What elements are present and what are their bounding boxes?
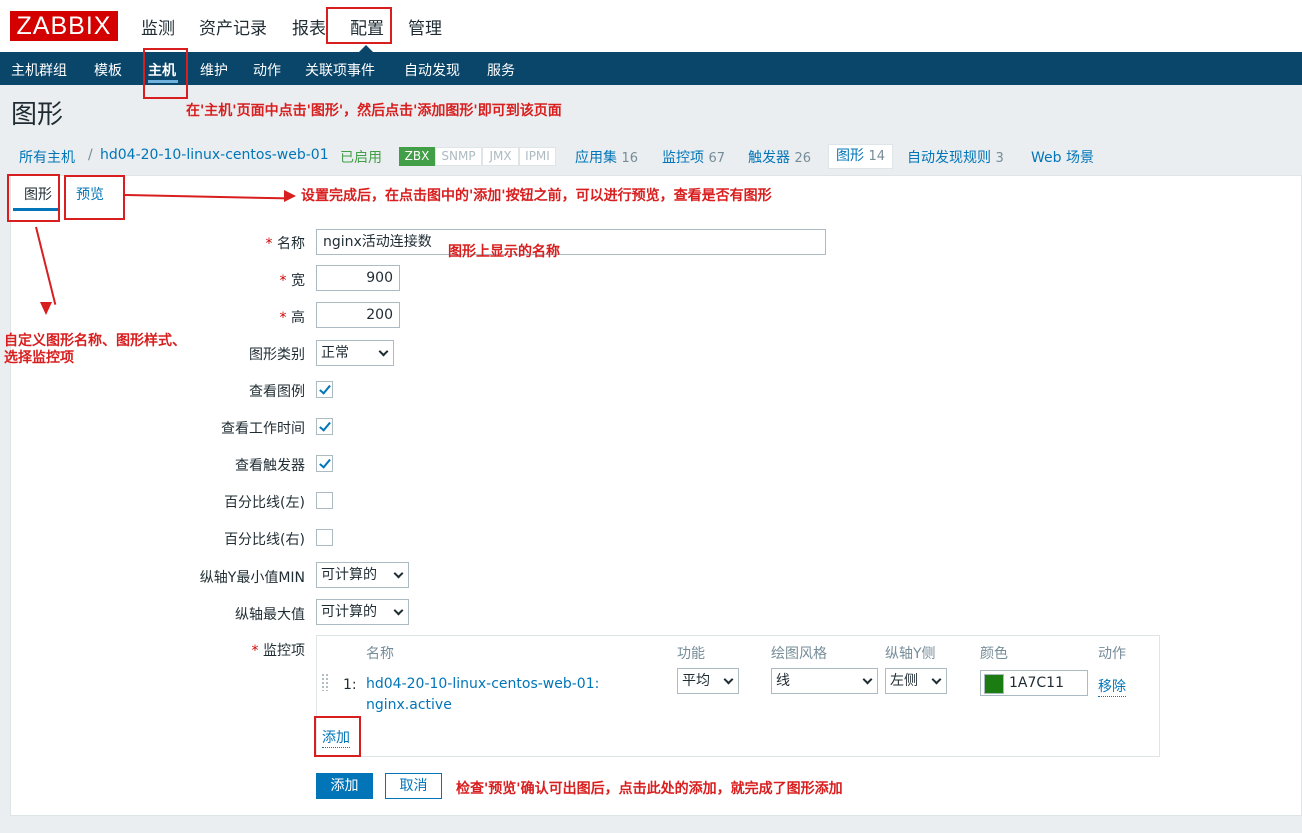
show-worktime-label: 查看工作时间 bbox=[221, 421, 305, 437]
annotation-custom-note-2: 选择监控项 bbox=[4, 350, 74, 366]
breadcrumb-separator: / bbox=[88, 147, 93, 163]
percentile-right-checkbox[interactable] bbox=[316, 529, 333, 546]
top-bar bbox=[0, 0, 1302, 52]
annotation-arrow-head-down-icon bbox=[40, 302, 52, 315]
show-legend-checkbox[interactable] bbox=[316, 381, 333, 398]
annotation-preview-note: 设置完成后，在点击图中的'添加'按钮之前，可以进行预览，查看是否有图形 bbox=[301, 188, 772, 204]
active-menu-pointer bbox=[359, 45, 373, 52]
add-button[interactable]: 添加 bbox=[316, 773, 373, 799]
item-row-name-key[interactable]: nginx.active bbox=[366, 697, 452, 713]
submenu-maintenance[interactable]: 维护 bbox=[200, 60, 228, 80]
menu-monitoring[interactable]: 监测 bbox=[141, 14, 175, 39]
link-discovery-rules[interactable]: 自动发现规则 3 bbox=[907, 147, 1004, 167]
submenu-correlation[interactable]: 关联项事件 bbox=[305, 60, 375, 80]
percentile-right-label: 百分比线(右) bbox=[224, 532, 305, 548]
chevron-down-icon bbox=[931, 674, 942, 685]
show-triggers-label: 查看触发器 bbox=[235, 458, 305, 474]
submenu-templates[interactable]: 模板 bbox=[94, 60, 122, 80]
sub-menu-bar bbox=[0, 52, 1302, 85]
percentile-left-label: 百分比线(左) bbox=[224, 495, 305, 511]
zabbix-logo[interactable]: ZABBIX bbox=[10, 11, 118, 41]
link-applications[interactable]: 应用集 16 bbox=[575, 147, 638, 167]
ymax-label: 纵轴最大值 bbox=[235, 607, 305, 623]
submenu-discovery[interactable]: 自动发现 bbox=[404, 60, 460, 80]
availability-zbx: ZBX bbox=[399, 147, 435, 166]
annotation-final-note: 检查'预览'确认可出图后，点击此处的添加，就完成了图形添加 bbox=[456, 781, 843, 797]
show-triggers-checkbox[interactable] bbox=[316, 455, 333, 472]
name-input[interactable]: nginx活动连接数 bbox=[316, 229, 826, 255]
breadcrumb-host[interactable]: hd04-20-10-linux-centos-web-01 bbox=[100, 147, 329, 163]
items-header-name: 名称 bbox=[366, 646, 394, 662]
percentile-left-checkbox[interactable] bbox=[316, 492, 333, 509]
submenu-actions[interactable]: 动作 bbox=[253, 60, 281, 80]
item-row-index: 1: bbox=[343, 677, 357, 693]
submenu-host-groups[interactable]: 主机群组 bbox=[11, 60, 67, 80]
annotation-arrow-head-icon bbox=[284, 190, 296, 202]
annotation-host-page: 在'主机'页面中点击'图形'，然后点击'添加图形'即可到该页面 bbox=[186, 103, 562, 119]
link-triggers[interactable]: 触发器 26 bbox=[748, 147, 811, 167]
breadcrumb-all-hosts[interactable]: 所有主机 bbox=[19, 147, 75, 167]
ymin-select[interactable]: 可计算的 bbox=[316, 562, 409, 588]
chevron-down-icon bbox=[393, 568, 404, 579]
annotation-box-preview-tab bbox=[64, 175, 125, 220]
menu-inventory[interactable]: 资产记录 bbox=[199, 14, 267, 39]
item-draw-style-select[interactable]: 线 bbox=[771, 668, 878, 694]
drag-handle-icon[interactable] bbox=[321, 673, 329, 691]
link-items[interactable]: 监控项 67 bbox=[662, 147, 725, 167]
submenu-services[interactable]: 服务 bbox=[487, 60, 515, 80]
chevron-down-icon bbox=[393, 605, 404, 616]
item-y-side-select[interactable]: 左侧 bbox=[885, 668, 947, 694]
chevron-down-icon bbox=[378, 346, 389, 357]
graph-type-select[interactable]: 正常 bbox=[316, 340, 394, 366]
ymax-select[interactable]: 可计算的 bbox=[316, 599, 409, 625]
height-input[interactable]: 200 bbox=[316, 302, 400, 328]
annotation-name-note: 图形上显示的名称 bbox=[448, 244, 560, 260]
availability-snmp: SNMP bbox=[435, 147, 482, 166]
annotation-box-hosts bbox=[143, 48, 188, 99]
width-input[interactable]: 900 bbox=[316, 265, 400, 291]
items-header-color: 颜色 bbox=[980, 646, 1008, 662]
item-function-select[interactable]: 平均 bbox=[677, 668, 739, 694]
items-header-action: 动作 bbox=[1098, 646, 1126, 662]
ymin-label: 纵轴Y最小值MIN bbox=[199, 570, 305, 586]
link-web-scenarios[interactable]: Web 场景 bbox=[1031, 147, 1094, 167]
menu-reports[interactable]: 报表 bbox=[292, 14, 326, 39]
items-header-y-side: 纵轴Y侧 bbox=[885, 646, 936, 662]
chevron-down-icon bbox=[862, 674, 873, 685]
items-header-draw-style: 绘图风格 bbox=[771, 646, 827, 662]
availability-ipmi: IPMI bbox=[519, 147, 556, 166]
items-table bbox=[316, 635, 1160, 757]
chevron-down-icon bbox=[723, 674, 734, 685]
show-legend-label: 查看图例 bbox=[249, 384, 305, 400]
show-worktime-checkbox[interactable] bbox=[316, 418, 333, 435]
items-header-function: 功能 bbox=[677, 646, 705, 662]
items-label: * 监控项 bbox=[251, 643, 305, 659]
host-status[interactable]: 已启用 bbox=[340, 147, 382, 167]
color-swatch[interactable] bbox=[984, 674, 1004, 694]
menu-administration[interactable]: 管理 bbox=[408, 14, 442, 39]
availability-jmx: JMX bbox=[482, 147, 519, 166]
annotation-box-graph-tab bbox=[7, 174, 60, 222]
page-title: 图形 bbox=[11, 100, 64, 130]
name-label: * 名称 bbox=[265, 236, 305, 252]
annotation-box-configuration bbox=[326, 7, 392, 44]
item-row-name-host[interactable]: hd04-20-10-linux-centos-web-01: bbox=[366, 676, 599, 692]
link-graphs-active[interactable]: 图形 14 bbox=[828, 144, 893, 169]
item-remove-link[interactable]: 移除 bbox=[1098, 676, 1126, 697]
cancel-button[interactable]: 取消 bbox=[385, 773, 442, 799]
annotation-box-add-link bbox=[314, 716, 361, 757]
